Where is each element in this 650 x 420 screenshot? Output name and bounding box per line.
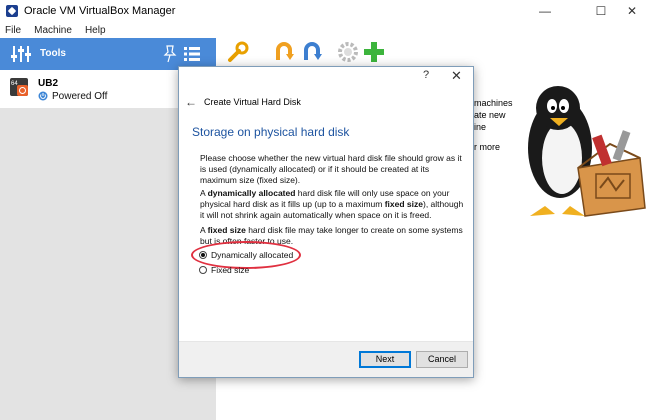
ubuntu-vm-icon: 64 bbox=[10, 78, 28, 96]
maximize-button[interactable]: ☐ bbox=[586, 0, 616, 22]
vm-state: Powered Off bbox=[52, 91, 108, 102]
dialog-title: Create Virtual Hard Disk bbox=[204, 97, 301, 107]
menu-machine[interactable]: Machine bbox=[34, 25, 72, 36]
pin-icon[interactable] bbox=[163, 45, 177, 63]
list-menu-icon[interactable] bbox=[184, 46, 200, 62]
dialog-footer: Next Cancel bbox=[179, 341, 473, 377]
window-title: Oracle VM VirtualBox Manager bbox=[24, 5, 176, 17]
show-arrow-icon[interactable] bbox=[300, 40, 324, 64]
fixed-size-radio[interactable] bbox=[199, 266, 207, 274]
dialog-help-button[interactable]: ? bbox=[423, 69, 429, 81]
gear-icon[interactable] bbox=[336, 40, 360, 64]
vm-arch-badge: 64 bbox=[11, 81, 18, 87]
menu-help[interactable]: Help bbox=[85, 25, 106, 36]
background-text-3: ine bbox=[474, 122, 487, 132]
discard-arrow-icon[interactable] bbox=[272, 40, 296, 64]
vm-name: UB2 bbox=[38, 78, 59, 89]
menu-file[interactable]: File bbox=[5, 25, 21, 36]
add-icon[interactable] bbox=[362, 40, 386, 64]
cancel-button[interactable]: Cancel bbox=[416, 351, 468, 368]
close-button[interactable]: ✕ bbox=[617, 0, 647, 22]
dialog-close-button[interactable]: ✕ bbox=[451, 68, 462, 84]
settings-wrench-icon[interactable] bbox=[226, 40, 250, 64]
learn-more-link[interactable]: r more bbox=[474, 142, 500, 152]
page-heading: Storage on physical hard disk bbox=[192, 125, 350, 139]
window-titlebar: Oracle VM VirtualBox Manager — ☐ ✕ bbox=[0, 0, 650, 22]
create-hard-disk-dialog: ? ✕ ← Create Virtual Hard Disk Storage o… bbox=[178, 66, 474, 378]
dynamic-description: A dynamically allocated hard disk file w… bbox=[200, 188, 464, 220]
dynamically-allocated-radio[interactable] bbox=[199, 251, 207, 259]
dynamically-allocated-label[interactable]: Dynamically allocated bbox=[211, 250, 293, 260]
virtualbox-icon bbox=[6, 5, 18, 17]
menu-bar: File Machine Help bbox=[0, 22, 650, 38]
penguin-toolbox-illustration bbox=[528, 86, 646, 217]
fixed-size-label[interactable]: Fixed size bbox=[211, 265, 249, 275]
next-button[interactable]: Next bbox=[359, 351, 411, 368]
intro-paragraph: Please choose whether the new virtual ha… bbox=[200, 153, 462, 185]
back-arrow-icon[interactable]: ← bbox=[185, 95, 197, 109]
minimize-button[interactable]: — bbox=[530, 0, 560, 22]
tools-label: Tools bbox=[40, 48, 66, 59]
powered-off-icon bbox=[38, 91, 48, 101]
tools-icon bbox=[11, 46, 31, 62]
